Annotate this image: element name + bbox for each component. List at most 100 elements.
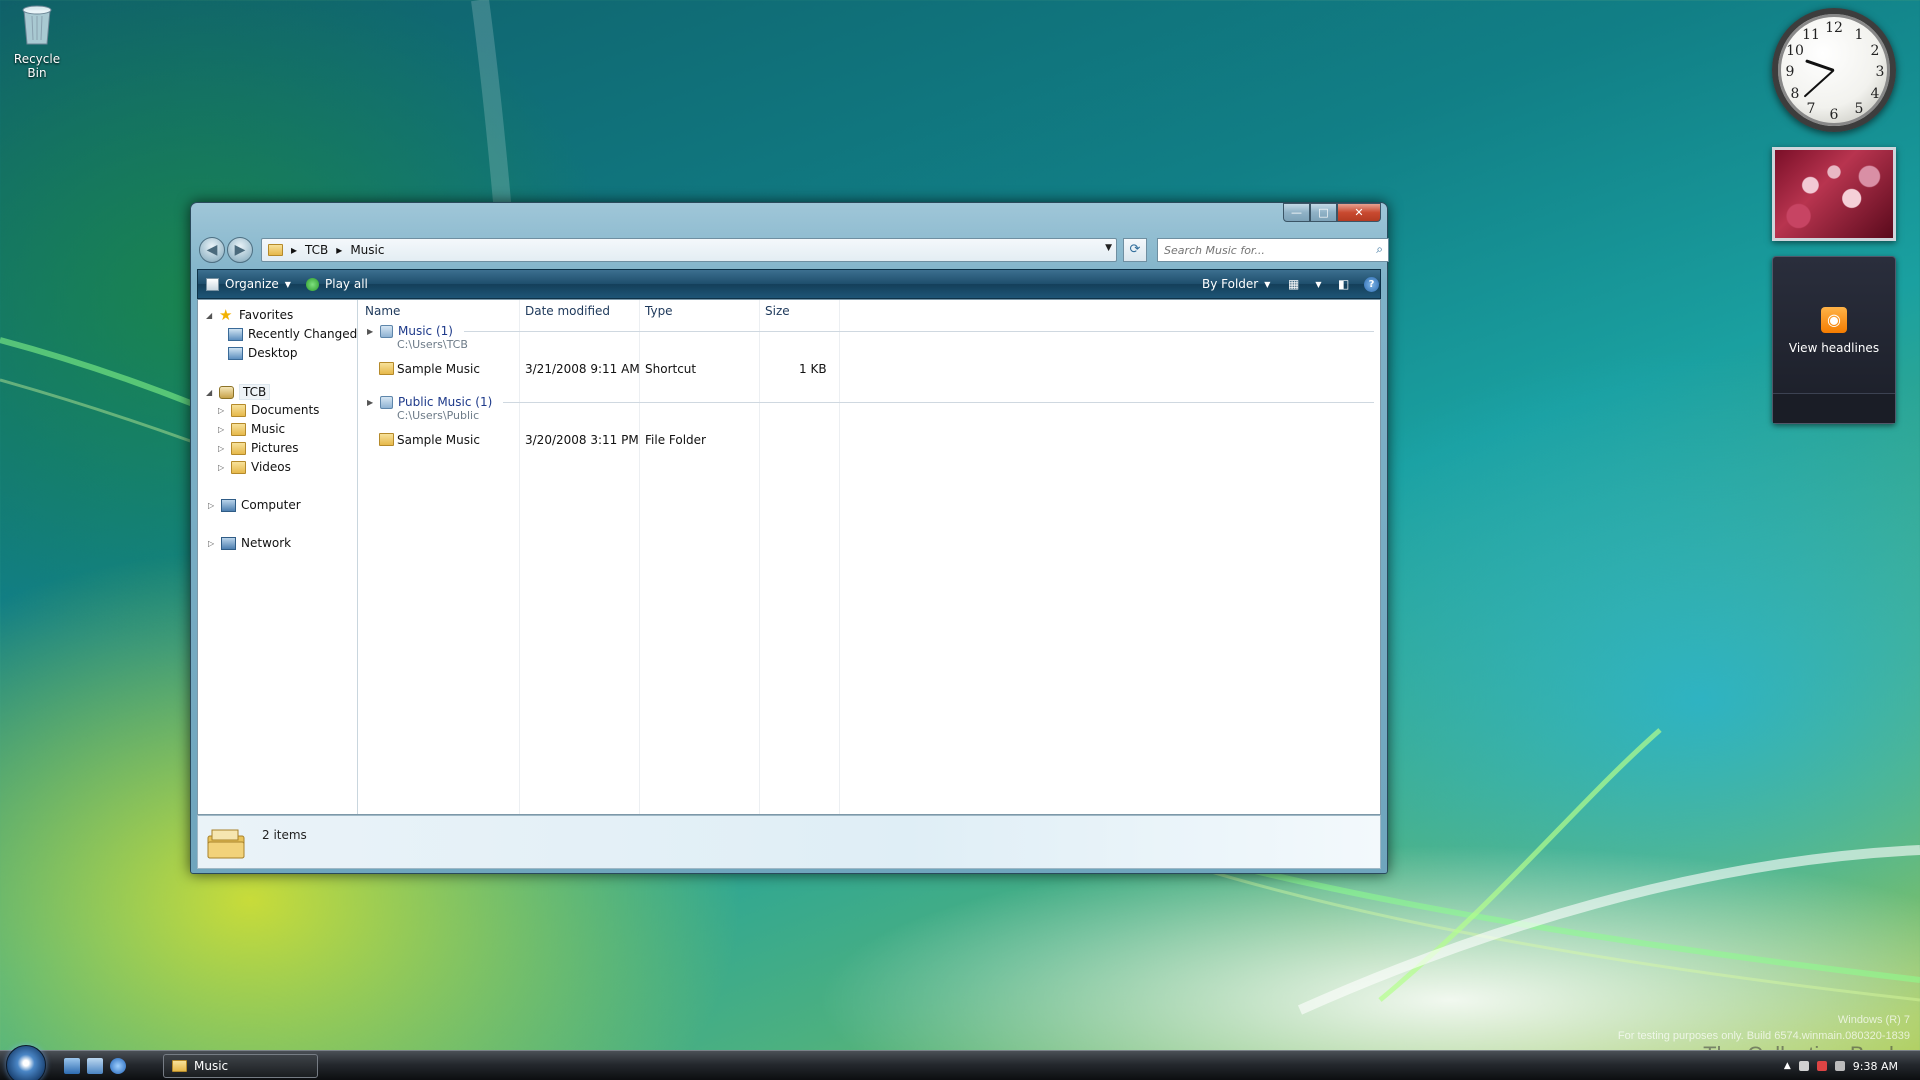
show-desktop-icon[interactable] (64, 1058, 80, 1074)
file-type: Shortcut (645, 362, 697, 376)
taskbar-button-music[interactable]: Music (163, 1054, 318, 1078)
window-controls: — □ ✕ (1283, 203, 1381, 222)
tree-item-computer[interactable]: ▷ Computer (208, 498, 301, 512)
computer-icon (221, 498, 236, 512)
file-date: 3/20/2008 3:11 PM (525, 433, 639, 447)
breadcrumb-separator[interactable]: ▸ (336, 243, 342, 257)
star-icon: ★ (219, 305, 233, 324)
table-row[interactable]: Sample Music 3/20/2008 3:11 PM File Fold… (359, 431, 1380, 451)
collapsed-arrow-icon[interactable]: ▷ (208, 539, 216, 548)
column-header-size[interactable]: Size (765, 304, 790, 324)
preview-pane-button[interactable]: ◧ (1338, 277, 1349, 291)
build-watermark-line2: For testing purposes only. Build 6574.wi… (1617, 1030, 1910, 1042)
table-row[interactable]: Sample Music 3/21/2008 9:11 AM Shortcut … (359, 360, 1380, 380)
back-button[interactable]: ◀ (199, 237, 225, 263)
desktop-icon (228, 346, 243, 360)
column-header-date-modified[interactable]: Date modified (525, 304, 610, 324)
breadcrumb-tcb[interactable]: TCB (305, 243, 328, 257)
tree-item-documents[interactable]: ▷ Documents (218, 403, 319, 417)
search-input[interactable] (1158, 239, 1358, 261)
group-divider (503, 401, 1374, 403)
navigation-bar: ◀ ▶ ▸ TCB ▸ Music ▼ ⟳ ⌕ (197, 235, 1389, 265)
internet-explorer-icon[interactable] (110, 1058, 126, 1074)
minimize-button[interactable]: — (1283, 203, 1310, 222)
search-box[interactable]: ⌕ (1157, 238, 1389, 262)
tray-clock[interactable]: 9:38 AM (1853, 1060, 1898, 1073)
forward-button[interactable]: ▶ (227, 237, 253, 263)
tree-label: Videos (251, 460, 291, 474)
maximize-button[interactable]: □ (1310, 203, 1337, 222)
tree-item-music[interactable]: ▷ Music (218, 422, 285, 436)
column-header-name[interactable]: Name (365, 304, 400, 324)
by-folder-button[interactable]: By Folder ▼ (1202, 277, 1270, 291)
refresh-button[interactable]: ⟳ (1123, 238, 1147, 262)
group-arrow-icon[interactable]: ▶ (367, 398, 375, 407)
group-music[interactable]: ▶ Music (1) C:\Users\TCB (367, 324, 1374, 351)
organize-button[interactable]: Organize ▼ (206, 277, 291, 291)
show-hidden-icons-icon[interactable]: ▲ (1784, 1061, 1791, 1071)
clock-number: 1 (1854, 27, 1864, 43)
collapsed-arrow-icon[interactable]: ▷ (208, 501, 216, 510)
organize-icon (206, 277, 219, 291)
collapsed-arrow-icon[interactable]: ▷ (218, 406, 226, 415)
views-button[interactable]: ▦ ▼ (1288, 277, 1322, 291)
organize-label: Organize (225, 277, 279, 291)
address-bar[interactable]: ▸ TCB ▸ Music ▼ (261, 238, 1117, 262)
help-button[interactable]: ? (1364, 277, 1379, 292)
clock-number: 8 (1790, 86, 1800, 102)
file-size: 1 KB (799, 362, 827, 376)
slideshow-gadget[interactable] (1772, 147, 1896, 241)
tree-item-recently-changed[interactable]: Recently Changed (228, 327, 357, 341)
feed-headlines-gadget[interactable]: ◉ View headlines (1772, 256, 1896, 424)
tree-item-network[interactable]: ▷ Network (208, 536, 291, 550)
group-arrow-icon[interactable]: ▶ (367, 327, 375, 336)
tree-item-desktop[interactable]: Desktop (228, 346, 298, 360)
search-icon[interactable]: ⌕ (1376, 242, 1383, 257)
close-button[interactable]: ✕ (1337, 203, 1381, 222)
network-tray-icon[interactable] (1798, 1061, 1809, 1071)
recent-icon (228, 327, 243, 341)
rss-icon: ◉ (1821, 307, 1847, 333)
collapsed-arrow-icon[interactable]: ▷ (218, 444, 226, 453)
folder-icon (268, 244, 283, 256)
navigation-pane: ◢ ★ Favorites Recently Changed Desktop ◢… (198, 300, 358, 814)
play-all-label: Play all (325, 277, 368, 291)
start-button[interactable] (6, 1045, 46, 1080)
expanded-arrow-icon[interactable]: ◢ (206, 311, 214, 320)
shortcut-folder-icon (379, 362, 394, 375)
tree-item-tcb[interactable]: ◢ TCB (206, 384, 271, 400)
clock-number: 6 (1829, 107, 1839, 123)
collapsed-arrow-icon[interactable]: ▷ (218, 425, 226, 434)
clock-number: 7 (1806, 101, 1816, 117)
tree-label: Music (251, 422, 286, 436)
recycle-bin[interactable]: Recycle Bin (4, 2, 70, 80)
file-list[interactable]: Name Date modified Type Size ▶ Music (1)… (359, 300, 1380, 814)
taskbar: Music ▲ 9:38 AM (0, 1045, 1920, 1080)
collapsed-arrow-icon[interactable]: ▷ (218, 463, 226, 472)
tree-item-favorites[interactable]: ◢ ★ Favorites (206, 305, 293, 324)
group-public-music[interactable]: ▶ Public Music (1) C:\Users\Public (367, 395, 1374, 422)
tree-label: Network (241, 536, 292, 550)
column-header-type[interactable]: Type (645, 304, 673, 324)
volume-icon[interactable] (1834, 1061, 1845, 1071)
switch-windows-icon[interactable] (87, 1058, 103, 1074)
clock-number: 2 (1870, 43, 1880, 59)
clock-number: 3 (1875, 64, 1885, 80)
music-library-icon (206, 826, 246, 860)
feed-label: View headlines (1788, 341, 1880, 355)
tree-item-pictures[interactable]: ▷ Pictures (218, 441, 299, 455)
play-all-button[interactable]: Play all (306, 277, 368, 291)
explorer-window[interactable]: — □ ✕ ◀ ▶ ▸ TCB ▸ Music ▼ ⟳ ⌕ Organize ▼ (190, 202, 1389, 874)
security-tray-icon[interactable] (1816, 1061, 1827, 1071)
build-watermark-line1: Windows (R) 7 (1837, 1014, 1910, 1026)
clock-gadget[interactable]: 12 1 2 3 4 5 6 7 8 9 10 11 (1772, 8, 1896, 132)
by-folder-label: By Folder (1202, 277, 1259, 291)
address-dropdown-icon[interactable]: ▼ (1105, 243, 1112, 253)
tree-item-videos[interactable]: ▷ Videos (218, 460, 291, 474)
chevron-down-icon: ▼ (1264, 279, 1271, 289)
expanded-arrow-icon[interactable]: ◢ (206, 388, 214, 397)
breadcrumb-music[interactable]: Music (350, 243, 384, 257)
breadcrumb-separator[interactable]: ▸ (291, 243, 297, 257)
group-title: Music (1) (398, 324, 453, 338)
group-path: C:\Users\TCB (397, 338, 468, 351)
